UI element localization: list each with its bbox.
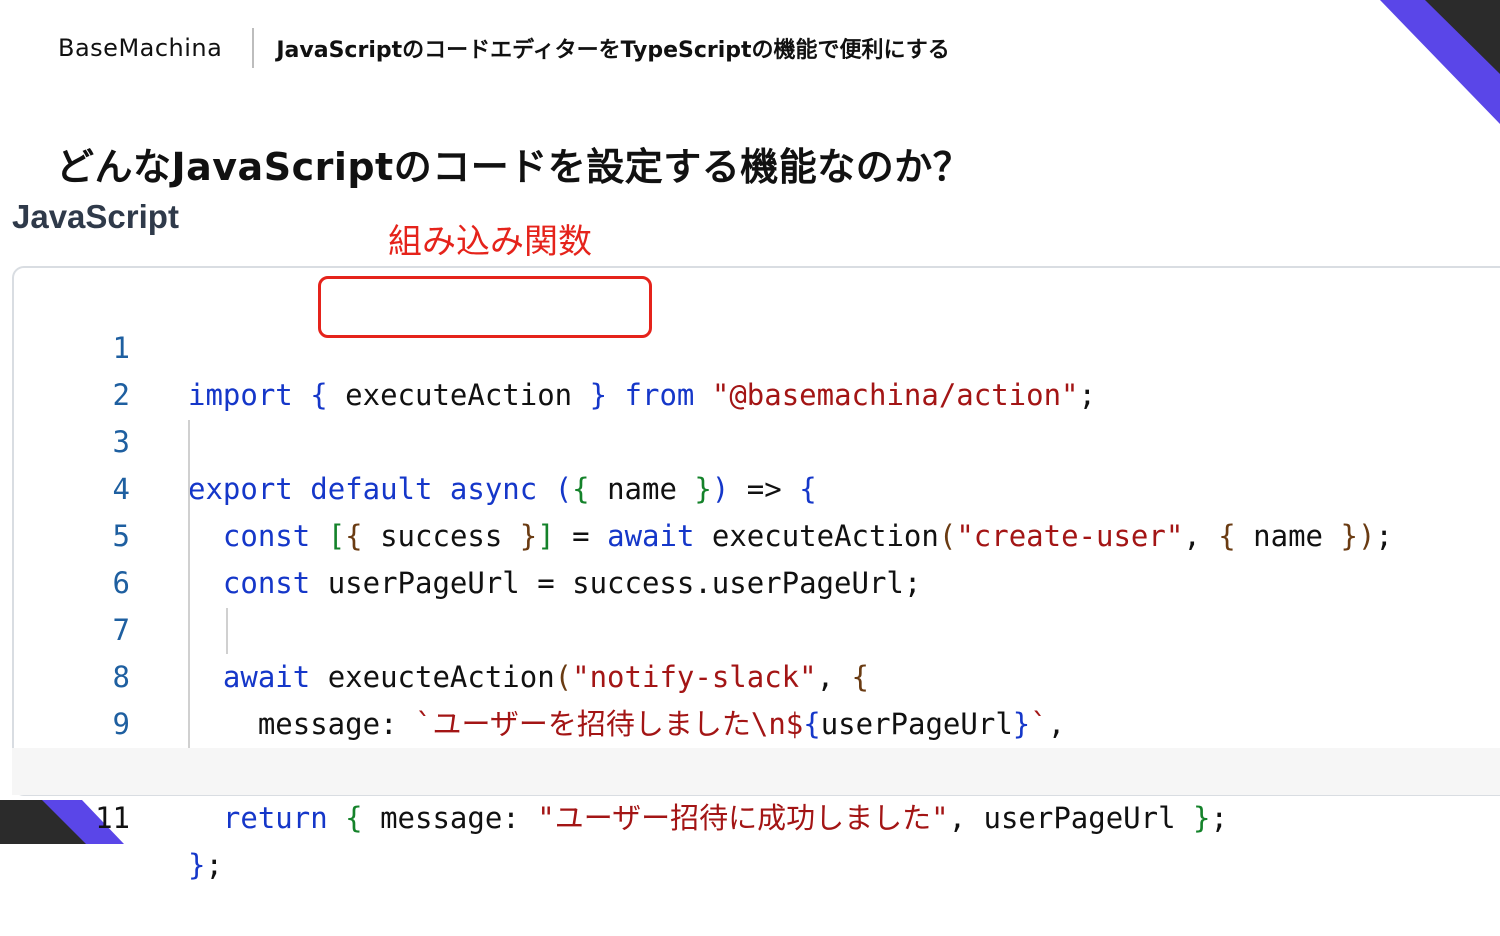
code-line: 5 const userPageUrl = success.userPageUr… bbox=[12, 466, 1500, 600]
indent-guide bbox=[226, 608, 228, 654]
slide-heading: どんなJavaScriptのコードを設定する機能なのか？ bbox=[56, 145, 972, 189]
slide-header: BaseMachina JavaScriptのコードエディターをTypeScri… bbox=[58, 28, 950, 68]
code-line: 1 import { executeAction } from "@basema… bbox=[12, 278, 1500, 412]
code-line: 10 return { message: "ユーザー招待に成功しました", us… bbox=[12, 701, 1500, 835]
code-line: 4 const [{ success }] = await executeAct… bbox=[12, 419, 1500, 553]
language-label: JavaScript bbox=[12, 198, 179, 235]
brand-logo: BaseMachina bbox=[58, 34, 223, 62]
deck-title: JavaScriptのコードエディターをTypeScriptの機能で便利にする bbox=[276, 38, 950, 63]
annotation-label: 組み込み関数 bbox=[388, 222, 592, 262]
highlight-box bbox=[318, 276, 652, 338]
line-number: 11 bbox=[95, 801, 130, 835]
header-divider bbox=[252, 28, 255, 68]
line-text: return { message: "ユーザー招待に成功しました", userP… bbox=[222, 801, 1228, 835]
code-line: 7 await exeucteAction("notify-slack", { bbox=[12, 560, 1500, 694]
indent-guide bbox=[188, 420, 190, 748]
code-line: 8 message: `ユーザーを招待しました\n${userPageUrl}`… bbox=[12, 607, 1500, 741]
code-lines: 1 import { executeAction } from "@basema… bbox=[12, 278, 1500, 882]
code-line: 3 export default async ({ name }) => { bbox=[12, 372, 1500, 506]
code-line: 2 bbox=[12, 325, 1500, 412]
line-text: }; bbox=[188, 848, 223, 882]
code-line: 6 bbox=[12, 513, 1500, 600]
corner-decoration-top-right bbox=[1380, 0, 1500, 124]
code-line: 9 }); bbox=[12, 654, 1500, 788]
code-line-current: 11 }; bbox=[12, 748, 1500, 882]
